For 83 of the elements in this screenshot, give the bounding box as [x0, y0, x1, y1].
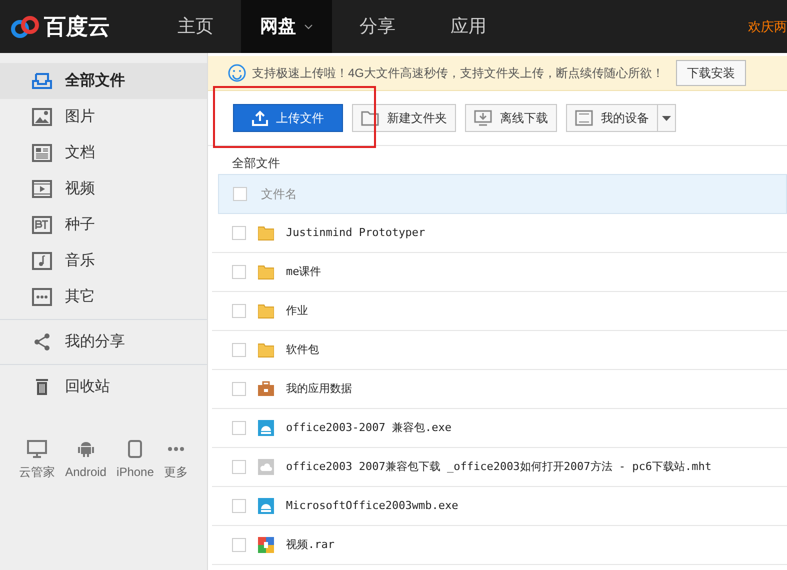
sidebar-item[interactable]: 其它 — [0, 279, 207, 315]
file-row[interactable]: Justinmind Prototyper — [212, 214, 787, 253]
file-name[interactable]: office2003 2007兼容包下载 _office2003如何打开2007方法 - pc6下载站.mht — [286, 458, 712, 476]
folder-icon — [361, 110, 379, 126]
file-name[interactable]: Justinmind Prototyper — [286, 224, 426, 242]
file-icon — [258, 459, 274, 475]
file-name[interactable]: office2003-2007 兼容包.exe — [286, 420, 452, 436]
breadcrumb: 全部文件 — [231, 155, 281, 172]
more-icon — [166, 447, 185, 451]
file-name[interactable]: 视频.rar — [286, 536, 334, 554]
file-name[interactable]: 作业 — [286, 302, 308, 320]
sidebar-item[interactable]: 文档 — [0, 135, 207, 171]
device-icon — [575, 110, 593, 126]
file-name[interactable]: MicrosoftOffice2003wmb.exe — [286, 498, 458, 514]
toolbar-button[interactable]: 我的设备 — [566, 104, 658, 132]
archive-icon — [258, 537, 274, 553]
folder-icon — [258, 264, 274, 280]
music-note-icon — [32, 252, 52, 270]
document-icon — [32, 144, 52, 162]
checkbox[interactable] — [232, 421, 246, 435]
monitor-icon — [27, 440, 48, 458]
film-icon — [32, 180, 52, 198]
installer-icon — [258, 420, 274, 436]
checkbox[interactable] — [232, 460, 246, 474]
nav-tab[interactable]: 主页 — [150, 0, 241, 53]
checkbox[interactable] — [232, 538, 246, 552]
briefcase-icon — [258, 381, 274, 397]
smiley-icon — [228, 64, 246, 82]
file-row[interactable]: 我的应用数据 — [212, 370, 787, 409]
sidebar-item[interactable]: 音乐 — [0, 243, 207, 279]
folder-icon — [258, 303, 274, 319]
toolbar-button[interactable]: 上传文件 — [233, 104, 343, 132]
promo-link[interactable]: 欢庆两 — [748, 16, 787, 36]
android-icon — [78, 440, 94, 458]
file-row[interactable]: me课件 — [212, 253, 787, 292]
download-monitor-icon — [474, 110, 492, 126]
sidebar-item[interactable]: 种子 — [0, 207, 207, 243]
more-icon — [32, 288, 52, 306]
checkbox[interactable] — [232, 304, 246, 318]
tray-icon — [32, 72, 52, 90]
file-row[interactable]: 软件包 — [212, 331, 787, 370]
sidebar-item[interactable]: 全部文件 — [0, 63, 207, 99]
folder-icon — [258, 225, 274, 241]
phone-icon — [128, 440, 142, 458]
sidebar-item[interactable]: 视频 — [0, 171, 207, 207]
checkbox[interactable] — [232, 265, 246, 279]
installer-icon — [258, 498, 274, 514]
toolbar-button[interactable]: 离线下载 — [465, 104, 557, 132]
checkbox[interactable] — [232, 343, 246, 357]
install-button[interactable]: 下载安装 — [676, 60, 746, 86]
file-row[interactable]: office2003 2007兼容包下载 _office2003如何打开2007方法 - pc6下载站.mht — [212, 448, 787, 487]
folder-icon — [258, 342, 274, 358]
upload-icon — [252, 110, 268, 126]
checkbox[interactable] — [232, 382, 246, 396]
torrent-icon — [32, 216, 52, 234]
sidebar-item[interactable]: 图片 — [0, 99, 207, 135]
checkbox[interactable] — [233, 187, 247, 201]
cloud-logo-icon — [10, 14, 40, 38]
device-link[interactable]: Android — [65, 439, 106, 481]
nav-tab[interactable]: 网盘 — [241, 0, 332, 53]
file-row[interactable]: 视频.rar — [212, 526, 787, 565]
device-link[interactable]: iPhone — [116, 439, 154, 481]
file-name[interactable]: 软件包 — [286, 342, 319, 358]
file-row[interactable]: 作业 — [212, 292, 787, 331]
file-row[interactable]: office2003-2007 兼容包.exe — [212, 409, 787, 448]
nav-tab[interactable]: 应用 — [423, 0, 514, 53]
checkbox[interactable] — [232, 499, 246, 513]
caret-icon — [662, 116, 671, 120]
sidebar-item[interactable]: 回收站 — [0, 365, 207, 409]
device-link[interactable]: 更多 — [164, 439, 188, 481]
toolbar-button[interactable]: 新建文件夹 — [352, 104, 456, 132]
notice-text: 支持极速上传啦！4G大文件高速秒传，支持文件夹上传，断点续传随心所欲！ — [252, 65, 664, 82]
device-link[interactable]: 云管家 — [19, 439, 56, 481]
nav-tab[interactable]: 分享 — [332, 0, 423, 53]
checkbox[interactable] — [232, 226, 246, 240]
file-name[interactable]: me课件 — [286, 264, 322, 280]
image-icon — [32, 108, 52, 126]
sidebar-item[interactable]: 我的分享 — [0, 320, 207, 364]
logo-text: 百度云 — [44, 13, 110, 41]
dropdown-button[interactable] — [658, 104, 676, 132]
file-row[interactable]: MicrosoftOffice2003wmb.exe — [212, 487, 787, 526]
file-name[interactable]: 我的应用数据 — [286, 380, 352, 398]
share-icon — [32, 333, 52, 351]
